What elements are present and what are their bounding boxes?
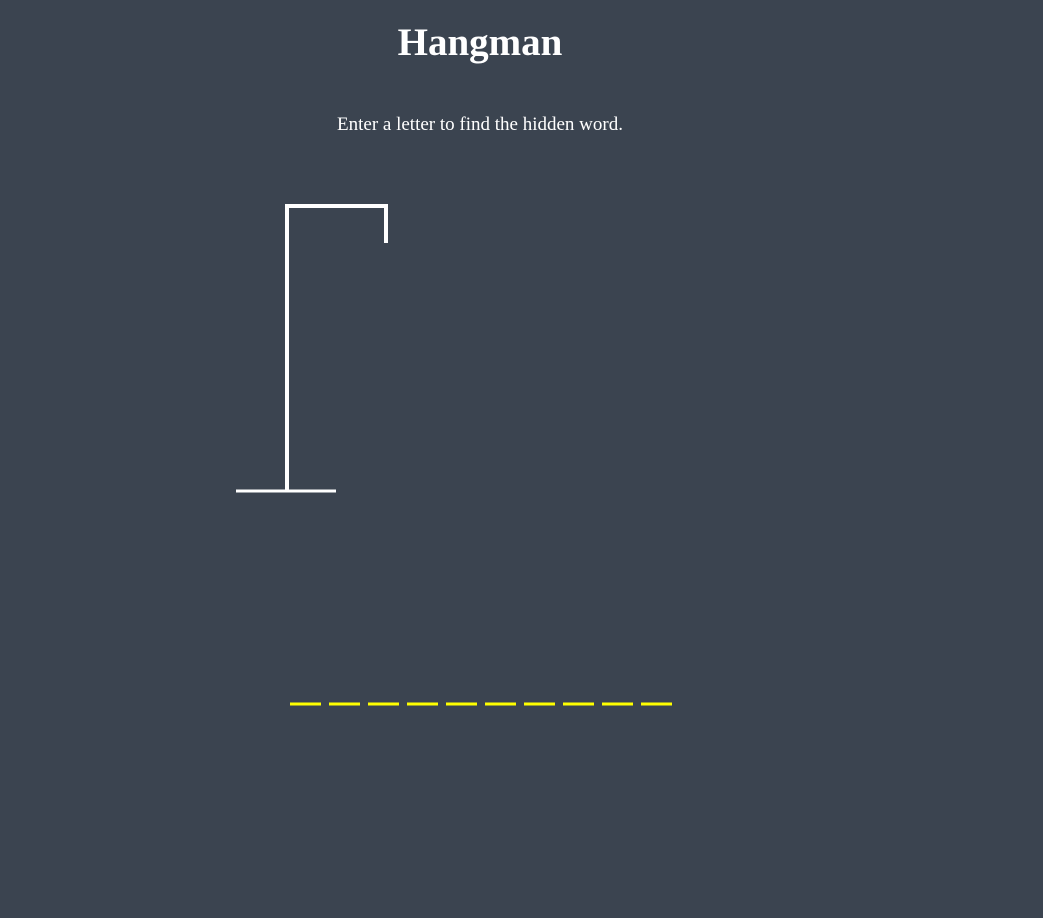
hidden-word-slots [290, 702, 672, 706]
